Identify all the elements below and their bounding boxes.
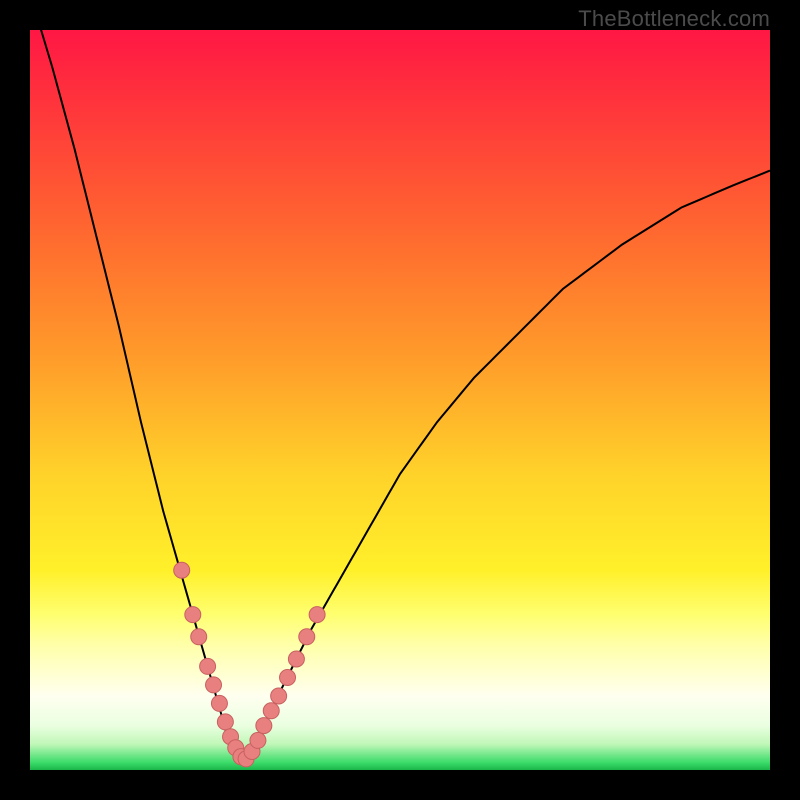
highlight-marker <box>309 607 325 623</box>
highlight-marker <box>250 732 266 748</box>
highlight-marker <box>211 695 227 711</box>
curve-layer <box>30 30 770 770</box>
highlight-marker <box>256 718 272 734</box>
highlight-marker <box>263 703 279 719</box>
highlight-marker <box>200 658 216 674</box>
highlight-marker <box>206 677 222 693</box>
plot-area <box>30 30 770 770</box>
highlight-marker <box>185 607 201 623</box>
chart-frame: TheBottleneck.com <box>0 0 800 800</box>
bottleneck-curve <box>30 30 770 763</box>
highlight-marker <box>280 670 296 686</box>
highlight-marker <box>271 688 287 704</box>
highlight-marker <box>174 562 190 578</box>
attribution-text: TheBottleneck.com <box>578 6 770 32</box>
highlight-marker <box>299 629 315 645</box>
highlight-marker <box>217 714 233 730</box>
highlight-marker <box>288 651 304 667</box>
highlight-markers <box>174 562 325 767</box>
highlight-marker <box>191 629 207 645</box>
